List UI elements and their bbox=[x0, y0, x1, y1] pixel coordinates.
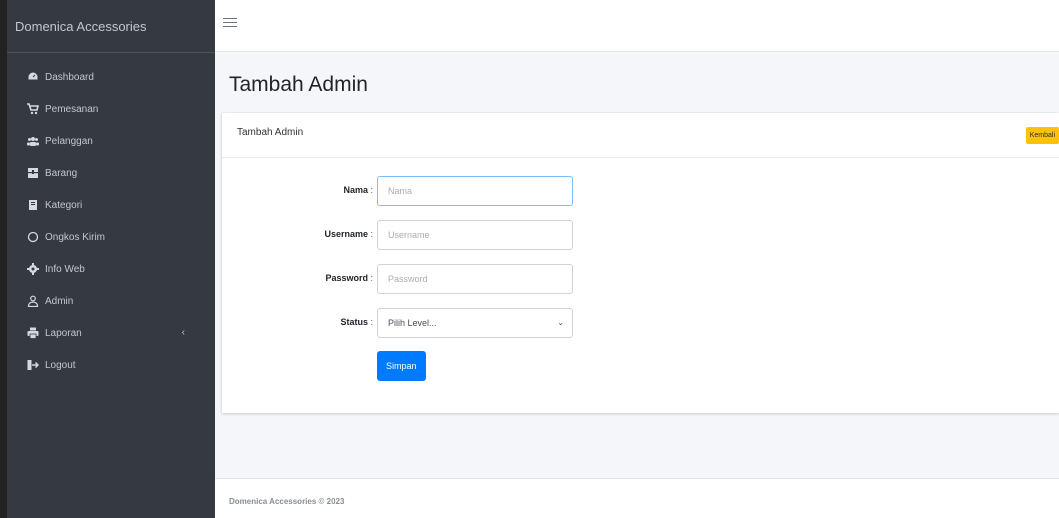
footer: Domenica Accessories © 2023 bbox=[215, 478, 1059, 518]
chevron-down-icon: ⌄ bbox=[557, 318, 564, 327]
sidebar-item-label: Kategori bbox=[45, 199, 83, 211]
sidebar-item-label: Logout bbox=[45, 359, 76, 371]
password-label: Password : bbox=[325, 273, 373, 283]
status-select[interactable]: Pilih Level... ⌄ bbox=[377, 308, 573, 338]
sidebar-item-dashboard[interactable]: Dashboard bbox=[7, 61, 215, 93]
username-row: Username : bbox=[222, 220, 1059, 250]
card-header: Tambah Admin Kembali bbox=[222, 113, 1059, 158]
page-title: Tambah Admin bbox=[229, 73, 368, 96]
sidebar-item-ongkos-kirim[interactable]: Ongkos Kirim bbox=[7, 221, 215, 253]
username-label: Username : bbox=[324, 229, 373, 239]
gear-icon bbox=[27, 263, 39, 275]
sidebar-item-label: Pelanggan bbox=[45, 135, 93, 147]
sidebar-item-label: Laporan bbox=[45, 327, 82, 339]
nama-row: Nama : bbox=[222, 176, 1059, 206]
top-navbar bbox=[215, 0, 1059, 52]
brand-link[interactable]: Domenica Accessories bbox=[7, 0, 215, 53]
status-row: Status : Pilih Level... ⌄ bbox=[222, 308, 1059, 338]
nama-label: Nama : bbox=[343, 185, 373, 195]
card-title: Tambah Admin bbox=[237, 127, 304, 138]
sidebar-item-laporan[interactable]: Laporan ‹ bbox=[7, 317, 215, 349]
sidebar-item-pelanggan[interactable]: Pelanggan bbox=[7, 125, 215, 157]
footer-copyright: Domenica Accessories © 2023 bbox=[229, 497, 345, 506]
user-icon bbox=[27, 295, 39, 307]
status-selected-value: Pilih Level... bbox=[388, 318, 437, 328]
sidebar-item-admin[interactable]: Admin bbox=[7, 285, 215, 317]
password-row: Password : bbox=[222, 264, 1059, 294]
back-button[interactable]: Kembali bbox=[1025, 127, 1059, 144]
form-card: Tambah Admin Kembali Nama : Username : P… bbox=[222, 113, 1059, 413]
sidebar-item-label: Ongkos Kirim bbox=[45, 231, 106, 243]
sidebar-item-label: Dashboard bbox=[45, 71, 94, 83]
users-icon bbox=[27, 135, 39, 147]
dashboard-icon bbox=[27, 71, 39, 83]
sidebar-item-pemesanan[interactable]: Pemesanan bbox=[7, 93, 215, 125]
sidebar-item-label: Info Web bbox=[45, 263, 85, 275]
sidebar-item-info-web[interactable]: Info Web bbox=[7, 253, 215, 285]
sidebar-item-label: Barang bbox=[45, 167, 78, 179]
password-input[interactable] bbox=[377, 264, 573, 294]
chevron-left-icon: ‹ bbox=[181, 327, 185, 338]
sidebar-item-label: Admin bbox=[45, 295, 74, 307]
menu-toggle-icon[interactable] bbox=[223, 18, 237, 32]
printer-icon bbox=[27, 327, 39, 339]
box-icon bbox=[27, 167, 39, 179]
logout-icon bbox=[27, 359, 39, 371]
save-button[interactable]: Simpan bbox=[377, 351, 426, 381]
sidebar-nav: Dashboard Pemesanan Pelanggan Barang Kat… bbox=[7, 53, 215, 381]
book-icon bbox=[27, 199, 39, 211]
sidebar-item-kategori[interactable]: Kategori bbox=[7, 189, 215, 221]
sidebar: Domenica Accessories Dashboard Pemesanan… bbox=[0, 0, 215, 518]
sidebar-item-barang[interactable]: Barang bbox=[7, 157, 215, 189]
sidebar-item-logout[interactable]: Logout bbox=[7, 349, 215, 381]
circle-icon bbox=[27, 231, 39, 243]
sidebar-item-label: Pemesanan bbox=[45, 103, 99, 115]
status-label: Status : bbox=[340, 317, 373, 327]
brand-text: Domenica Accessories bbox=[15, 18, 147, 34]
shopping-cart-icon bbox=[27, 103, 39, 115]
nama-input[interactable] bbox=[377, 176, 573, 206]
username-input[interactable] bbox=[377, 220, 573, 250]
